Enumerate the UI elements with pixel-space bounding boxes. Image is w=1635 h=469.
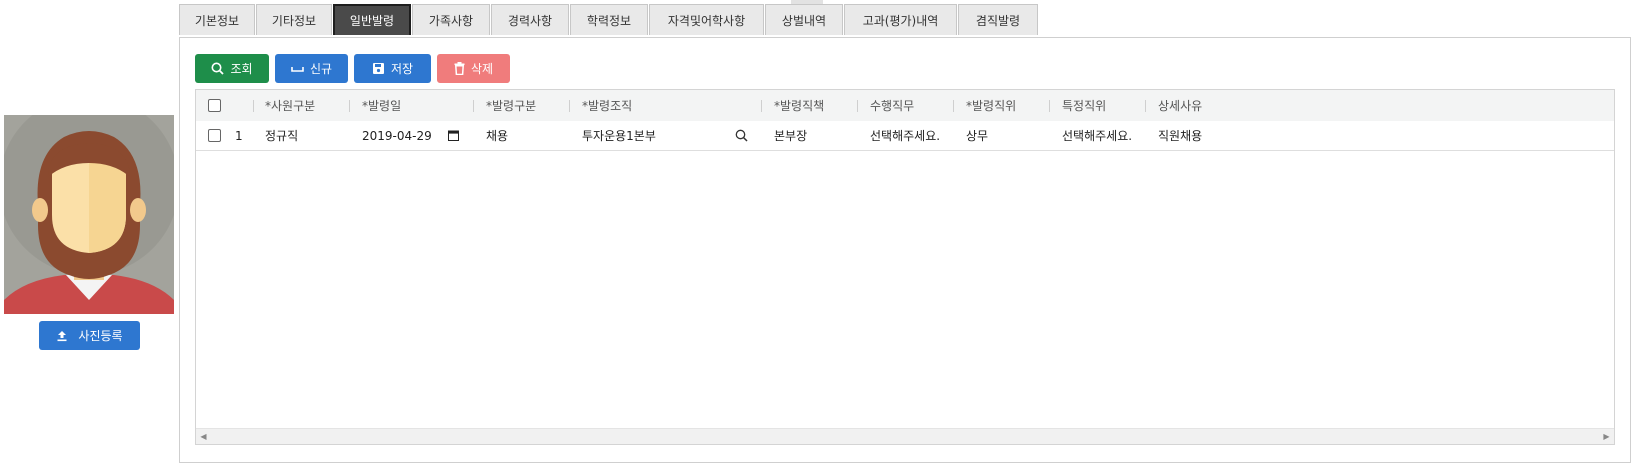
save-button[interactable]: 저장	[354, 54, 431, 83]
tab-evaluation[interactable]: 고과(평가)내역	[844, 4, 957, 35]
order-grid: *사원구분 *발령일 *발령구분 *발령조직 *발령직책 수행직무 *발령직위 …	[195, 89, 1615, 445]
tab-education[interactable]: 학력정보	[570, 4, 648, 35]
column-separator	[857, 100, 858, 112]
tab-label: 일반발령	[349, 14, 395, 28]
column-separator	[761, 100, 762, 112]
employee-photo	[4, 115, 174, 314]
cell-reason[interactable]: 직원채용	[1158, 121, 1202, 150]
column-separator	[953, 100, 954, 112]
row-select-cell	[208, 121, 221, 150]
column-separator	[473, 100, 474, 112]
new-icon	[291, 66, 304, 72]
table-row[interactable]: 1 정규직 2019-04-29 채용 투자운용1본부 본부장 선택해주세요. …	[196, 121, 1614, 151]
tab-label: 상벌내역	[781, 13, 827, 28]
trash-icon	[454, 62, 465, 75]
row-checkbox[interactable]	[208, 129, 221, 142]
header-order-position[interactable]: *발령직책	[774, 90, 824, 121]
tab-label: 고과(평가)내역	[862, 13, 939, 28]
upload-icon	[57, 330, 67, 341]
header-special-rank[interactable]: 특정직위	[1062, 90, 1106, 121]
new-label: 신규	[309, 62, 333, 76]
horizontal-scrollbar[interactable]: ◀ ▶	[196, 428, 1614, 444]
tab-label: 자격및어학사항	[667, 13, 746, 28]
new-button[interactable]: 신규	[275, 54, 348, 83]
tab-basic-info[interactable]: 기본정보	[179, 4, 255, 35]
cell-order-date[interactable]: 2019-04-29	[362, 121, 432, 150]
floppy-disk-icon	[372, 63, 384, 74]
scroll-right-arrow-icon[interactable]: ▶	[1599, 429, 1614, 444]
tab-qualification[interactable]: 자격및어학사항	[649, 4, 764, 35]
search-label: 조회	[230, 62, 253, 76]
tab-label: 가족사항	[428, 13, 474, 28]
tab-label: 학력정보	[586, 13, 632, 28]
tab-label: 겸직발령	[975, 13, 1021, 28]
upload-photo-button[interactable]: 사진등록	[39, 321, 140, 350]
save-label: 저장	[390, 62, 414, 76]
tab-bar: 기본정보 기타정보 일반발령 가족사항 경력사항 학력정보 자격및어학사항 상벌…	[179, 4, 1039, 36]
tab-concurrent-order[interactable]: 겸직발령	[958, 4, 1038, 35]
tab-reward-penalty[interactable]: 상벌내역	[765, 4, 843, 35]
cell-employee-type[interactable]: 정규직	[265, 121, 298, 150]
tab-general-order[interactable]: 일반발령	[333, 4, 411, 35]
column-separator	[1049, 100, 1050, 112]
header-employee-type[interactable]: *사원구분	[265, 90, 315, 121]
tab-family[interactable]: 가족사항	[412, 4, 490, 35]
delete-label: 삭제	[470, 62, 494, 76]
column-separator	[253, 100, 254, 112]
tab-other-info[interactable]: 기타정보	[256, 4, 332, 35]
tab-label: 경력사항	[507, 13, 553, 28]
general-order-panel: 조회 신규 저장 삭제 *사원구분 *발령일 *발령구분 *발령조직 *발령직책…	[179, 37, 1631, 463]
delete-button[interactable]: 삭제	[437, 54, 510, 83]
toolbar: 조회 신규 저장 삭제	[195, 54, 510, 83]
header-order-rank[interactable]: *발령직위	[966, 90, 1016, 121]
avatar-placeholder-image	[4, 115, 174, 314]
select-all-cell	[208, 90, 221, 121]
header-duty[interactable]: 수행직무	[870, 90, 914, 121]
tab-career[interactable]: 경력사항	[491, 4, 569, 35]
cell-order-position[interactable]: 본부장	[774, 121, 807, 150]
search-icon	[211, 62, 225, 75]
search-icon[interactable]	[735, 129, 748, 142]
select-all-checkbox[interactable]	[208, 99, 221, 112]
cell-order-rank[interactable]: 상무	[966, 121, 988, 150]
tab-label: 기타정보	[271, 13, 317, 28]
cell-order-type[interactable]: 채용	[486, 121, 508, 150]
column-separator	[349, 100, 350, 112]
cell-special-rank[interactable]: 선택해주세요.	[1062, 121, 1132, 150]
tab-label: 기본정보	[194, 13, 240, 28]
search-button[interactable]: 조회	[195, 54, 269, 83]
header-order-type[interactable]: *발령구분	[486, 90, 536, 121]
column-separator	[1145, 100, 1146, 112]
grid-header: *사원구분 *발령일 *발령구분 *발령조직 *발령직책 수행직무 *발령직위 …	[196, 90, 1614, 122]
header-reason[interactable]: 상세사유	[1158, 90, 1202, 121]
cell-order-org[interactable]: 투자운용1본부	[582, 121, 656, 150]
calendar-icon[interactable]	[448, 130, 459, 141]
upload-photo-label: 사진등록	[78, 329, 123, 343]
header-order-org[interactable]: *발령조직	[582, 90, 632, 121]
calendar-cell	[448, 121, 459, 150]
column-separator	[569, 100, 570, 112]
scroll-left-arrow-icon[interactable]: ◀	[196, 429, 211, 444]
row-number: 1	[235, 128, 243, 143]
header-order-date[interactable]: *발령일	[362, 90, 401, 121]
cell-duty[interactable]: 선택해주세요.	[870, 121, 940, 150]
org-search-cell	[735, 121, 748, 150]
